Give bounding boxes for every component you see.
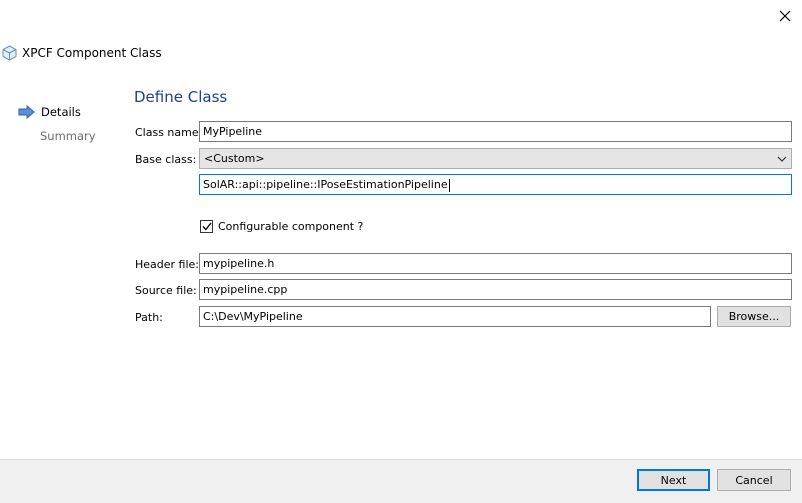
arrow-right-icon — [18, 105, 35, 119]
header-file-label: Header file: — [135, 258, 200, 271]
close-icon — [779, 10, 791, 22]
path-value: C:\Dev\MyPipeline — [203, 310, 303, 323]
path-field[interactable]: C:\Dev\MyPipeline — [199, 306, 711, 327]
class-name-label: Class name: — [135, 126, 203, 139]
close-button[interactable] — [770, 2, 800, 30]
window-title-bar: XPCF Component Class — [2, 45, 162, 61]
class-name-field[interactable]: MyPipeline — [199, 121, 792, 142]
next-button[interactable]: Next — [637, 469, 710, 491]
custom-base-class-value: SolAR::api::pipeline::IPoseEstimationPip… — [203, 178, 448, 191]
text-caret — [448, 178, 450, 192]
configurable-label: Configurable component ? — [218, 220, 364, 233]
cancel-button[interactable]: Cancel — [717, 469, 791, 491]
class-name-value: MyPipeline — [203, 125, 263, 138]
source-file-label: Source file: — [135, 284, 197, 297]
step-details: Details — [18, 105, 81, 119]
configurable-checkbox[interactable] — [200, 220, 213, 233]
base-class-selected: <Custom> — [204, 152, 265, 165]
source-file-value: mypipeline.cpp — [203, 283, 288, 296]
path-label: Path: — [135, 311, 163, 324]
base-class-dropdown[interactable]: <Custom> — [199, 148, 792, 169]
step-summary-label: Summary — [40, 129, 96, 143]
source-file-field[interactable]: mypipeline.cpp — [199, 279, 792, 300]
base-class-label: Base class: — [135, 153, 197, 166]
configurable-checkbox-row[interactable]: Configurable component ? — [200, 220, 363, 233]
window-title: XPCF Component Class — [22, 46, 162, 60]
step-details-label: Details — [41, 105, 81, 119]
browse-button[interactable]: Browse... — [717, 306, 791, 327]
checkmark-icon — [202, 222, 212, 231]
page-title: Define Class — [134, 88, 228, 106]
header-file-value: mypipeline.h — [203, 257, 275, 270]
chevron-down-icon — [777, 156, 787, 162]
header-file-field[interactable]: mypipeline.h — [199, 253, 792, 274]
cube-icon — [2, 45, 17, 61]
custom-base-class-field[interactable]: SolAR::api::pipeline::IPoseEstimationPip… — [199, 174, 792, 195]
